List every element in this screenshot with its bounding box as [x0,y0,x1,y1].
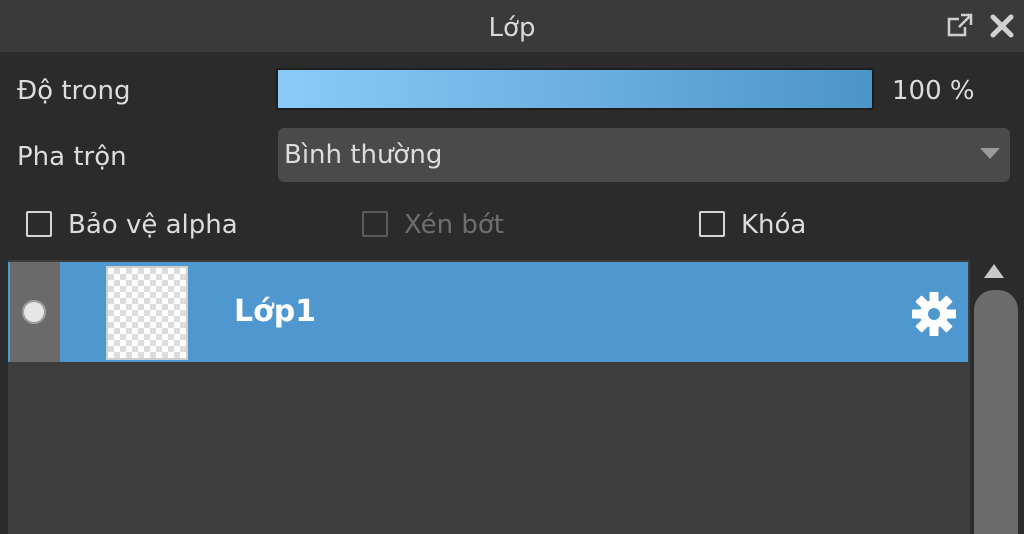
checkbox-box [362,211,388,237]
layer-name: Lớp1 [234,294,317,329]
scrollbar-thumb[interactable] [974,290,1018,534]
visibility-toggle[interactable] [10,262,60,362]
chevron-down-icon [980,148,1000,159]
checkbox-box[interactable] [699,211,725,237]
opacity-value: 100 % [892,76,975,106]
opacity-slider-fill [278,70,872,108]
close-icon[interactable] [986,10,1018,42]
lock-label: Khóa [741,210,807,240]
opacity-label: Độ trong [17,76,131,106]
checkbox-box[interactable] [26,211,52,237]
blend-mode-label: Pha trộn [17,142,127,172]
opacity-slider[interactable] [276,68,874,110]
undock-icon[interactable] [944,10,976,42]
blend-mode-select[interactable]: Bình thường [278,128,1010,182]
blend-mode-value: Bình thường [284,140,443,170]
scroll-up-icon[interactable] [984,264,1004,278]
clip-label: Xén bớt [404,210,504,240]
layer-thumbnail [106,266,188,360]
panel-title: Lớp [488,13,536,43]
layer-list: Lớp1 [8,260,970,534]
visibility-dot-icon [22,300,46,324]
panel-titlebar: Lớp [0,0,1024,52]
gear-icon[interactable] [910,290,958,338]
layer-row[interactable]: Lớp1 [8,262,968,362]
protect-alpha-label: Bảo vệ alpha [68,210,238,240]
